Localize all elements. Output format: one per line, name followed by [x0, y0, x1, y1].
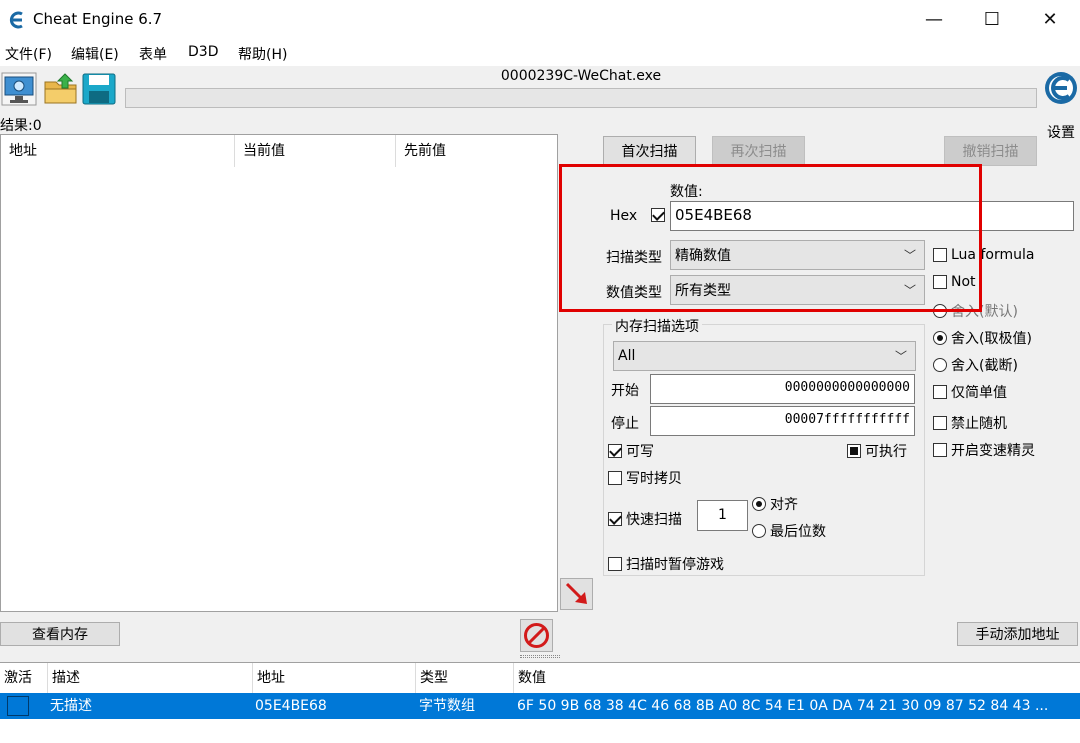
- select-process-icon[interactable]: [1, 72, 37, 106]
- writable-label: 可写: [626, 444, 654, 460]
- settings-label[interactable]: 设置: [1047, 122, 1075, 142]
- writable-option[interactable]: 可写: [608, 441, 654, 461]
- column-value[interactable]: 数值: [514, 663, 1080, 693]
- menu-help[interactable]: 帮助(H): [238, 44, 287, 64]
- memory-region-value: All: [618, 348, 636, 364]
- last-digits-radio[interactable]: [752, 524, 766, 538]
- results-list[interactable]: 地址 当前值 先前值: [0, 134, 558, 612]
- row-address[interactable]: 05E4BE68: [255, 693, 415, 719]
- maximize-button[interactable]: ☐: [963, 0, 1021, 38]
- executable-checkbox[interactable]: [847, 444, 861, 458]
- round-extreme-option[interactable]: 舍入(取极值): [933, 328, 1032, 348]
- round-extreme-radio[interactable]: [933, 331, 947, 345]
- window-title: Cheat Engine 6.7: [33, 10, 163, 28]
- address-table[interactable]: 激活 描述 地址 类型 数值 无描述 05E4BE68 字节数组 6F 50 9…: [0, 662, 1080, 743]
- fast-scan-option[interactable]: 快速扫描: [608, 509, 682, 529]
- menu-table[interactable]: 表单: [139, 44, 167, 64]
- annotation-highlight-box: [559, 164, 982, 312]
- row-type[interactable]: 字节数组: [419, 693, 514, 719]
- menu-file[interactable]: 文件(F): [5, 44, 52, 64]
- column-address[interactable]: 地址: [253, 663, 416, 693]
- round-truncate-radio[interactable]: [933, 358, 947, 372]
- round-truncate-option[interactable]: 舍入(截断): [933, 355, 1018, 375]
- scan-progress-bar: [125, 88, 1037, 108]
- pause-game-option[interactable]: 扫描时暂停游戏: [608, 554, 724, 574]
- column-current-value[interactable]: 当前值: [235, 135, 396, 167]
- cheat-engine-logo-icon: [9, 11, 23, 29]
- alignment-radio[interactable]: [752, 497, 766, 511]
- column-previous-value[interactable]: 先前值: [396, 135, 557, 167]
- last-digits-option[interactable]: 最后位数: [752, 521, 826, 541]
- start-label: 开始: [611, 383, 639, 399]
- round-truncate-label: 舍入(截断): [951, 358, 1018, 374]
- memory-scan-options-label: 内存扫描选项: [612, 316, 702, 336]
- simple-values-label: 仅简单值: [951, 385, 1007, 401]
- alignment-label: 对齐: [770, 497, 798, 513]
- writable-checkbox[interactable]: [608, 444, 622, 458]
- chevron-down-icon: ﹀: [894, 349, 907, 364]
- fast-scan-label: 快速扫描: [626, 512, 682, 528]
- settings-logo-icon[interactable]: [1043, 66, 1079, 116]
- column-active[interactable]: 激活: [0, 663, 48, 693]
- round-extreme-label: 舍入(取极值): [951, 331, 1032, 347]
- column-description[interactable]: 描述: [48, 663, 253, 693]
- close-button[interactable]: ✕: [1021, 0, 1079, 38]
- disable-random-option[interactable]: 禁止随机: [933, 413, 1007, 433]
- speedhack-label: 开启变速精灵: [951, 443, 1035, 459]
- pause-game-checkbox[interactable]: [608, 557, 622, 571]
- splitter-handle[interactable]: [520, 655, 560, 658]
- view-memory-button[interactable]: 查看内存: [0, 622, 120, 646]
- fast-scan-checkbox[interactable]: [608, 512, 622, 526]
- menu-d3d[interactable]: D3D: [188, 44, 218, 60]
- start-address-input[interactable]: 0000000000000000: [650, 374, 915, 404]
- executable-label: 可执行: [865, 444, 907, 460]
- row-description[interactable]: 无描述: [50, 693, 250, 719]
- menu-edit[interactable]: 编辑(E): [71, 44, 119, 64]
- fast-scan-value-input[interactable]: 1: [697, 500, 748, 531]
- next-scan-button[interactable]: 再次扫描: [712, 136, 805, 166]
- executable-option[interactable]: 可执行: [847, 441, 907, 461]
- speedhack-checkbox[interactable]: [933, 443, 947, 457]
- row-value[interactable]: 6F 50 9B 68 38 4C 46 68 8B A0 8C 54 E1 0…: [517, 693, 1077, 719]
- red-arrow-icon: [565, 582, 587, 604]
- last-digits-label: 最后位数: [770, 524, 826, 540]
- column-address[interactable]: 地址: [1, 135, 235, 167]
- first-scan-button[interactable]: 首次扫描: [603, 136, 696, 166]
- copy-on-write-label: 写时拷贝: [626, 471, 682, 487]
- memory-region-select[interactable]: All ﹀: [613, 341, 916, 371]
- column-type[interactable]: 类型: [416, 663, 514, 693]
- alignment-option[interactable]: 对齐: [752, 494, 798, 514]
- copy-on-write-option[interactable]: 写时拷贝: [608, 468, 682, 488]
- disable-random-checkbox[interactable]: [933, 416, 947, 430]
- add-address-manually-button[interactable]: 手动添加地址: [957, 622, 1078, 646]
- active-checkbox[interactable]: [7, 696, 29, 716]
- speedhack-option[interactable]: 开启变速精灵: [933, 440, 1035, 460]
- clear-list-icon[interactable]: [520, 619, 553, 652]
- open-folder-icon[interactable]: [43, 72, 79, 106]
- add-to-list-button[interactable]: [560, 578, 593, 610]
- process-title: 0000239C-WeChat.exe: [500, 68, 662, 84]
- save-icon[interactable]: [81, 72, 117, 106]
- simple-values-checkbox[interactable]: [933, 385, 947, 399]
- table-row[interactable]: 无描述 05E4BE68 字节数组 6F 50 9B 68 38 4C 46 6…: [0, 693, 1080, 719]
- stop-address-input[interactable]: 00007fffffffffff: [650, 406, 915, 436]
- disable-random-label: 禁止随机: [951, 416, 1007, 432]
- copy-on-write-checkbox[interactable]: [608, 471, 622, 485]
- undo-scan-button[interactable]: 撤销扫描: [944, 136, 1037, 166]
- result-count: 结果:0: [0, 118, 42, 134]
- stop-label: 停止: [611, 416, 639, 432]
- simple-values-option[interactable]: 仅简单值: [933, 382, 1007, 402]
- minimize-button[interactable]: —: [905, 0, 963, 38]
- pause-game-label: 扫描时暂停游戏: [626, 557, 724, 573]
